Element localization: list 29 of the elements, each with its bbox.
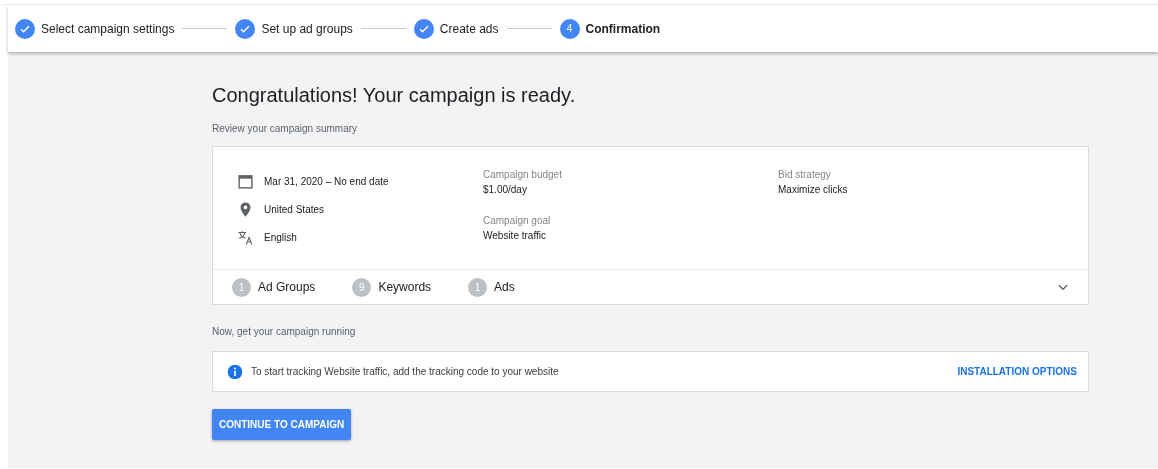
field-value: Website traffic — [483, 229, 547, 243]
count-label: Keywords — [378, 279, 432, 296]
step-label[interactable]: Select campaign settings — [41, 19, 175, 38]
count-badge: 1 — [468, 277, 488, 297]
info-icon — [227, 363, 243, 380]
count-label: Ad Groups — [258, 279, 316, 296]
detail-text: English — [264, 230, 297, 245]
section-label: Now, get your campaign running — [212, 325, 357, 339]
notice-text: To start tracking Website traffic, add the tracking code to your website — [251, 365, 559, 379]
field-value: $1.00/day — [483, 183, 528, 197]
field-label: Bid strategy — [778, 168, 832, 182]
continue-button[interactable]: CONTINUE TO CAMPAIGN — [212, 409, 352, 440]
count-badge: 1 — [232, 277, 251, 297]
calendar-icon — [237, 172, 254, 190]
detail-text: Mar 31, 2020 – No end date — [264, 174, 389, 189]
field-label: Campaign budget — [483, 168, 563, 182]
detail-text: United States — [264, 202, 325, 217]
count-badge: 9 — [352, 277, 372, 297]
field-value: Maximize clicks — [778, 183, 849, 197]
step-number: 4 — [559, 18, 580, 39]
count-label: Ads — [494, 279, 515, 296]
translate-icon — [237, 228, 254, 246]
page-heading: Congratulations! Your campaign is ready. — [212, 83, 577, 107]
step-label[interactable]: Confirmation — [585, 19, 661, 38]
step-label[interactable]: Set up ad groups — [261, 19, 353, 38]
step-label[interactable]: Create ads — [439, 19, 499, 38]
section-label: Review your campaign summary — [212, 122, 359, 136]
field-label: Campaign goal — [483, 214, 552, 228]
installation-options-link[interactable]: INSTALLATION OPTIONS — [957, 364, 1077, 379]
